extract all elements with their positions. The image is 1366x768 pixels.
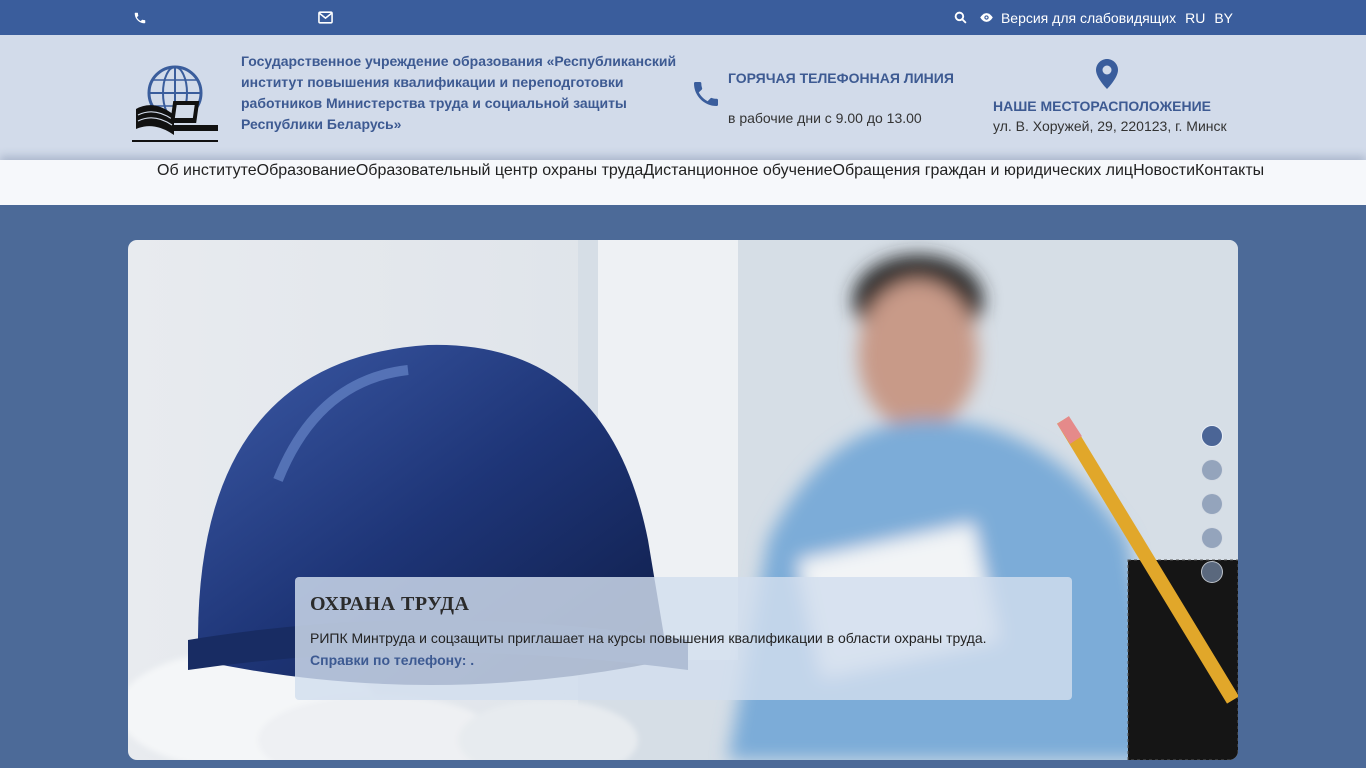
- slide-caption: ОХРАНА ТРУДА РИПК Минтруда и соцзащиты п…: [295, 577, 1072, 700]
- nav-item-safety-center[interactable]: Образовательный центр охраны труда: [356, 162, 644, 180]
- slider-pagination: [1201, 425, 1223, 595]
- hotline-title: ГОРЯЧАЯ ТЕЛЕФОННАЯ ЛИНИЯ: [728, 70, 954, 86]
- mail-icon[interactable]: [318, 0, 333, 35]
- top-bar-tools: Версия для слабовидящих RU BY: [954, 0, 1233, 35]
- phone-icon: [690, 78, 722, 115]
- lang-ru-link[interactable]: RU: [1185, 10, 1205, 26]
- hotline-hours: в рабочие дни с 9.00 до 13.00: [728, 110, 922, 126]
- lang-by-link[interactable]: BY: [1214, 10, 1233, 26]
- hero-slider[interactable]: ОХРАНА ТРУДА РИПК Минтруда и соцзащиты п…: [128, 240, 1238, 760]
- slide-phone-info: Справки по телефону: .: [310, 652, 475, 668]
- search-icon[interactable]: [954, 11, 967, 24]
- slider-dot[interactable]: [1201, 561, 1223, 583]
- nav-item-appeals[interactable]: Обращения граждан и юридических лиц: [833, 162, 1134, 180]
- main-nav: Об институте Образование Образовательный…: [0, 160, 1366, 205]
- nav-item-distance-learning[interactable]: Дистанционное обучение: [643, 162, 832, 180]
- map-pin-icon: [1096, 59, 1118, 94]
- nav-item-contacts[interactable]: Контакты: [1195, 162, 1264, 180]
- slider-dot[interactable]: [1201, 527, 1223, 549]
- slide-title[interactable]: ОХРАНА ТРУДА: [310, 593, 469, 616]
- location-address: ул. В. Хоружей, 29, 220123, г. Минск: [993, 118, 1227, 134]
- org-title[interactable]: Государственное учреждение образования «…: [241, 51, 681, 135]
- top-bar: Версия для слабовидящих RU BY: [0, 0, 1366, 35]
- location-title: НАШЕ МЕСТОРАСПОЛОЖЕНИЕ: [993, 98, 1211, 114]
- nav-item-news[interactable]: Новости: [1133, 162, 1195, 180]
- slider-dot[interactable]: [1201, 459, 1223, 481]
- slider-dot[interactable]: [1201, 425, 1223, 447]
- slide-text: РИПК Минтруда и соцзащиты приглашает на …: [310, 630, 987, 646]
- eye-icon: [979, 12, 994, 23]
- low-vision-link[interactable]: Версия для слабовидящих: [1001, 10, 1176, 26]
- nav-item-about[interactable]: Об институте: [157, 162, 257, 180]
- site-header: Государственное учреждение образования «…: [0, 35, 1366, 160]
- nav-item-education[interactable]: Образование: [257, 162, 356, 180]
- institute-logo[interactable]: [128, 53, 222, 145]
- phone-icon[interactable]: [133, 0, 147, 35]
- slider-dot[interactable]: [1201, 493, 1223, 515]
